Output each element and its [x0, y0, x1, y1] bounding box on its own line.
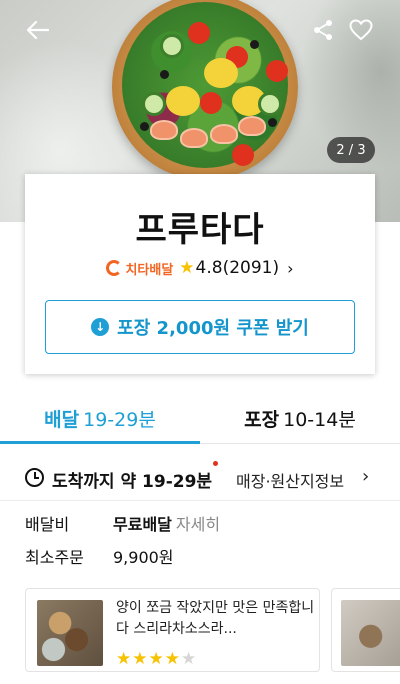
- food-detail: [188, 22, 210, 44]
- arrival-time: 도착까지 약 19-29분: [52, 472, 213, 492]
- image-page-indicator: 2 / 3: [327, 137, 375, 163]
- order-type-tabs: 배달 19-29분 포장 10-14분: [0, 392, 400, 444]
- food-detail: [204, 58, 238, 88]
- arrival-row: 도착까지 약 19-29분 매장·원산지정보 ›: [0, 456, 400, 500]
- review-card[interactable]: 양이 쪼금 작았지만 맛은 만족합니다 스리라차소스라... ★★★★★: [25, 588, 320, 672]
- divider: [0, 500, 400, 501]
- food-detail: [160, 34, 184, 58]
- download-icon: ↓: [91, 318, 110, 336]
- delivery-fee-label: 배달비: [25, 515, 70, 534]
- coupon-button-label: 포장 2,000원 쿠폰 받기: [117, 318, 309, 339]
- star-icon: ★: [116, 649, 133, 669]
- store-rating: 4.8(2091): [195, 258, 280, 278]
- platform-badge: 치타배달: [106, 259, 173, 278]
- min-order-row: 최소주문 9,900원: [25, 544, 174, 568]
- platform-badge-label: 치타배달: [125, 262, 174, 278]
- min-order-value: 9,900원: [113, 548, 174, 567]
- share-button[interactable]: [305, 12, 341, 48]
- chevron-right-icon: ›: [287, 258, 294, 278]
- delivery-fee-row: 배달비 무료배달 자세히: [25, 511, 220, 535]
- delivery-fee-value: 무료배달: [113, 515, 172, 534]
- tab-takeout-label: 포장: [244, 408, 280, 431]
- new-dot-badge: [213, 461, 218, 466]
- arrow-left-icon: [27, 21, 49, 39]
- review-photo: [341, 600, 400, 666]
- active-tab-indicator: [0, 441, 200, 444]
- food-detail: [210, 124, 238, 144]
- food-detail: [238, 116, 266, 136]
- rating-row[interactable]: 치타배달 ★ 4.8(2091) ›: [25, 258, 375, 278]
- review-rating: ★★★★★: [116, 649, 197, 669]
- review-photo: [37, 600, 103, 666]
- food-detail: [166, 86, 200, 116]
- food-detail: [232, 144, 254, 166]
- food-detail: [250, 40, 259, 49]
- star-icon: ★: [164, 649, 181, 669]
- store-name: 프루타다: [135, 210, 265, 250]
- coupon-button[interactable]: ↓ 포장 2,000원 쿠폰 받기: [45, 300, 355, 354]
- food-detail: [180, 128, 208, 148]
- star-icon: ★: [181, 649, 198, 669]
- star-icon: ★: [148, 649, 165, 669]
- food-detail: [140, 122, 149, 131]
- store-info-card: 프루타다 치타배달 ★ 4.8(2091) › ↓ 포장 2,000원 쿠폰 받…: [25, 174, 375, 374]
- heart-outline-icon: [349, 19, 373, 41]
- cheetah-logo-icon: [106, 260, 123, 276]
- favorite-button[interactable]: [343, 12, 379, 48]
- share-icon: [314, 20, 332, 40]
- back-button[interactable]: [20, 12, 56, 48]
- tab-delivery-time: 19-29분: [83, 408, 156, 431]
- star-icon: ★: [179, 258, 195, 278]
- origin-info-link[interactable]: 매장·원산지정보: [236, 468, 344, 492]
- tab-delivery[interactable]: 배달 19-29분: [0, 392, 200, 444]
- food-detail: [258, 92, 282, 116]
- food-detail: [268, 118, 277, 127]
- review-card[interactable]: [331, 588, 400, 672]
- tab-takeout-time: 10-14분: [283, 408, 356, 431]
- food-detail: [142, 92, 166, 116]
- food-detail: [150, 120, 178, 140]
- food-detail: [200, 92, 222, 114]
- review-text: 양이 쪼금 작았지만 맛은 만족합니다 스리라차소스라...: [116, 600, 315, 637]
- min-order-label: 최소주문: [25, 548, 84, 567]
- food-detail: [160, 70, 169, 79]
- chevron-right-icon: ›: [362, 466, 370, 487]
- tab-takeout[interactable]: 포장 10-14분: [200, 392, 400, 444]
- star-icon: ★: [132, 649, 149, 669]
- food-detail: [266, 60, 288, 82]
- clock-icon: [25, 468, 44, 487]
- delivery-fee-detail-link[interactable]: 자세히: [176, 511, 220, 535]
- tab-delivery-label: 배달: [44, 408, 80, 431]
